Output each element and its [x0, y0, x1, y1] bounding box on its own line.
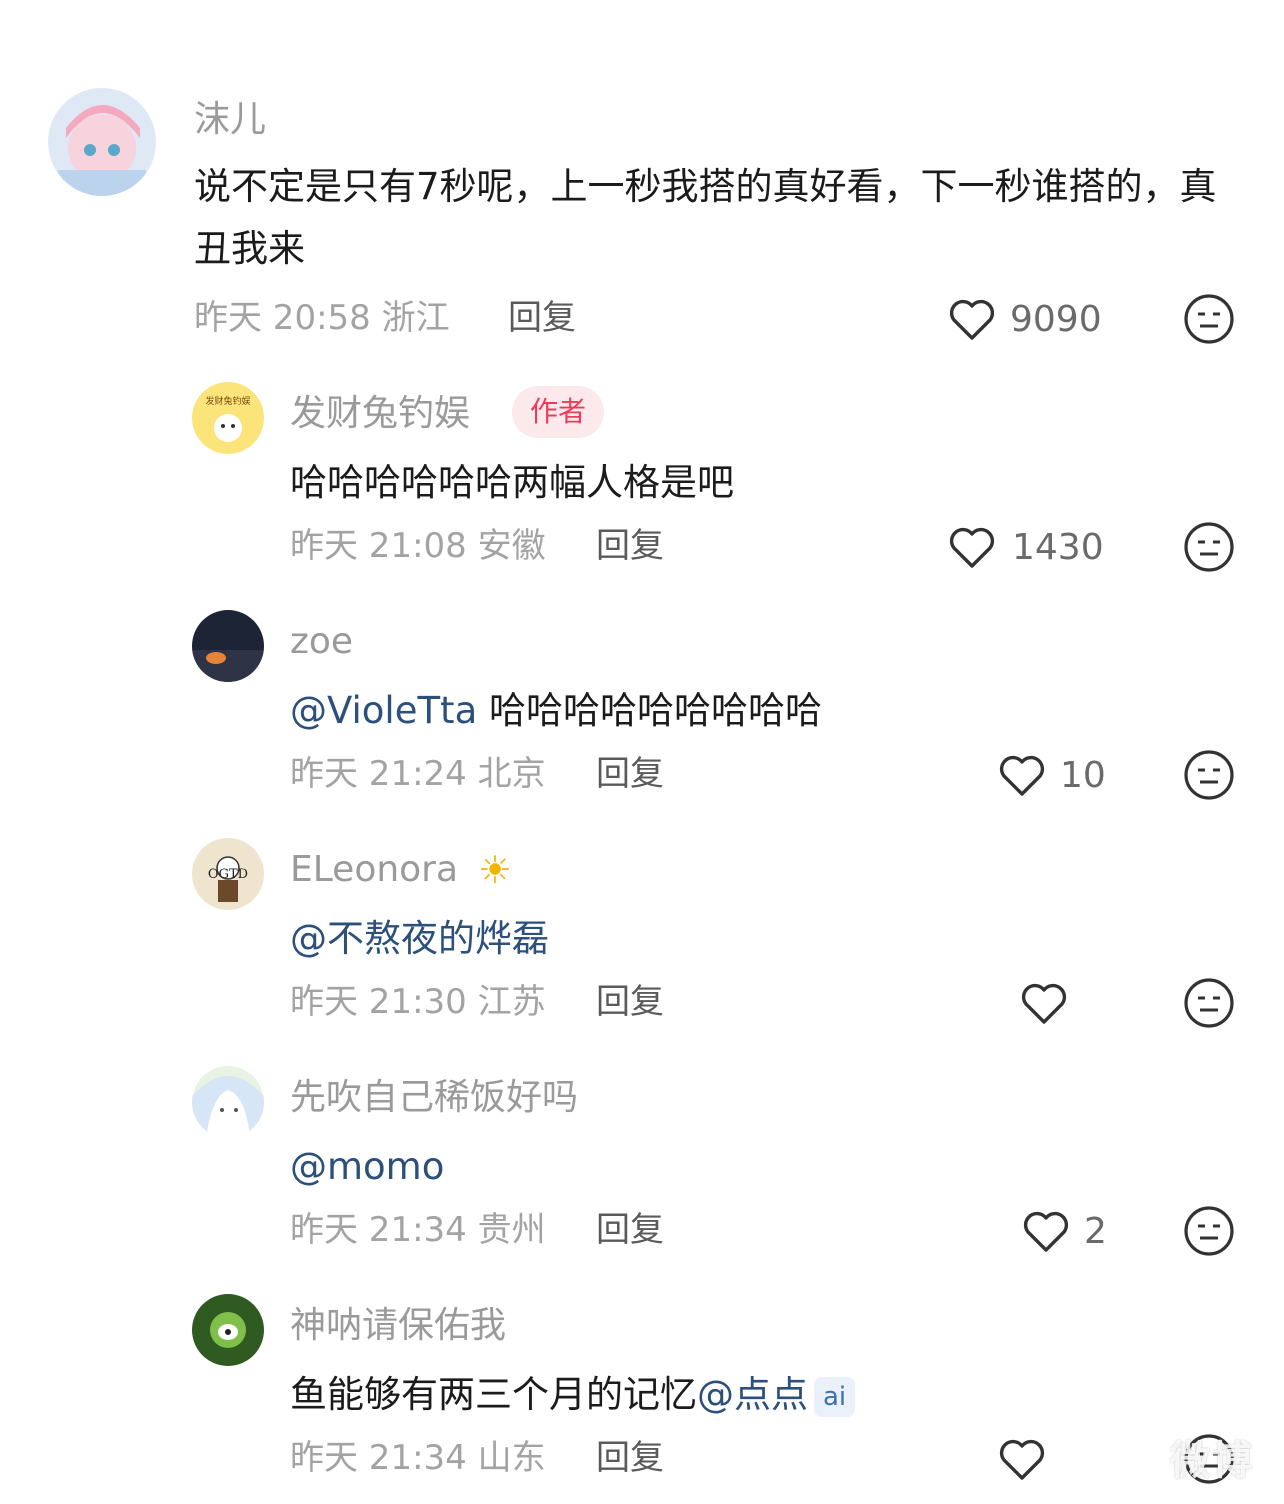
username[interactable]: ELeonora	[290, 848, 458, 892]
heart-icon[interactable]	[946, 524, 998, 570]
comment-meta: 昨天 21:30 江苏	[290, 982, 546, 1022]
comment-text: @不熬夜的烨磊	[290, 908, 1190, 970]
heart-icon[interactable]	[996, 1436, 1048, 1482]
reply-button[interactable]: 回复	[596, 1208, 664, 1252]
username[interactable]: 发财兔钓娱	[290, 392, 470, 436]
like-count: 9090	[1010, 299, 1102, 340]
comment-meta: 昨天 21:24 北京	[290, 754, 546, 794]
username[interactable]: 先吹自己稀饭好吗	[290, 1076, 578, 1120]
avatar[interactable]	[192, 610, 264, 682]
author-badge: 作者	[512, 386, 605, 438]
avatar[interactable]: OGTD	[192, 838, 264, 910]
comment-meta: 昨天 21:34 山东	[290, 1438, 546, 1478]
avatar[interactable]	[192, 1294, 264, 1366]
reply-button[interactable]: 回复	[596, 524, 664, 568]
avatar[interactable]	[48, 88, 156, 196]
comment-text: 哈哈哈哈哈哈两幅人格是吧	[290, 461, 734, 504]
comment-text-body: 哈哈哈哈哈哈哈哈哈	[477, 689, 823, 732]
meh-face-icon[interactable]	[1182, 1204, 1236, 1258]
heart-icon[interactable]	[996, 752, 1048, 798]
mention-link[interactable]: @不熬夜的烨磊	[290, 917, 549, 960]
comment-text-body: 鱼能够有两三个月的记忆	[290, 1373, 697, 1416]
comment-text: 鱼能够有两三个月的记忆@点点 ai	[290, 1364, 1190, 1426]
ai-badge[interactable]: ai	[814, 1376, 856, 1417]
comment-meta: 昨天 20:58 浙江	[194, 298, 450, 338]
mention-link[interactable]: @momo	[290, 1145, 444, 1188]
comment-meta: 昨天 21:08 安徽	[290, 526, 546, 566]
meh-face-icon[interactable]	[1182, 748, 1236, 802]
heart-icon[interactable]	[946, 296, 998, 342]
avatar-text: OGTD	[208, 867, 248, 882]
comment-text: 说不定是只有7秒呢，上一秒我搭的真好看，下一秒谁搭的，真丑我来	[194, 165, 1217, 270]
reply-button[interactable]: 回复	[596, 752, 664, 796]
like-count: 10	[1060, 755, 1106, 796]
username[interactable]: zoe	[290, 620, 353, 664]
comment-text: @VioleTta 哈哈哈哈哈哈哈哈哈	[290, 680, 1190, 742]
heart-icon[interactable]	[1018, 980, 1070, 1026]
meh-face-icon[interactable]	[1182, 292, 1236, 346]
mention-link[interactable]: @点点	[697, 1373, 808, 1416]
avatar[interactable]: 发财兔钓娱	[192, 382, 264, 454]
avatar-text: 发财兔钓娱	[205, 395, 250, 407]
comment-meta: 昨天 21:34 贵州	[290, 1210, 546, 1250]
watermark: 微博	[1170, 1438, 1254, 1484]
like-count: 2	[1084, 1211, 1107, 1252]
reply-button[interactable]: 回复	[508, 296, 576, 340]
reply-button[interactable]: 回复	[596, 1436, 664, 1480]
username[interactable]: 神呐请保佑我	[290, 1304, 506, 1348]
reply-button[interactable]: 回复	[596, 980, 664, 1024]
comment-text: @momo	[290, 1136, 1190, 1198]
sun-badge-icon: ☀	[478, 848, 513, 892]
mention-link[interactable]: @VioleTta	[290, 689, 477, 732]
heart-icon[interactable]	[1020, 1208, 1072, 1254]
username[interactable]: 沫儿	[194, 98, 266, 142]
avatar[interactable]	[192, 1066, 264, 1138]
like-count: 1430	[1012, 527, 1104, 568]
meh-face-icon[interactable]	[1182, 520, 1236, 574]
meh-face-icon[interactable]	[1182, 976, 1236, 1030]
